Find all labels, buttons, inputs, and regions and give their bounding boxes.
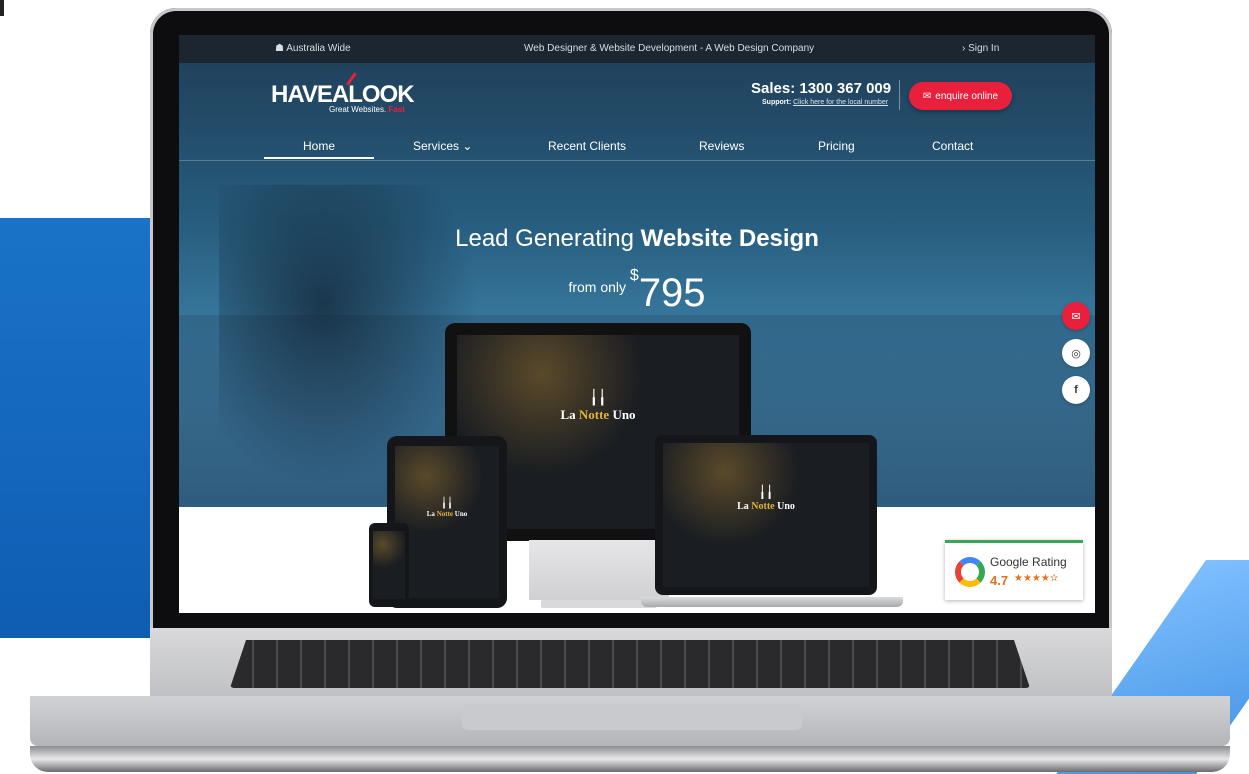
nav-reviews[interactable]: Reviews <box>699 139 744 153</box>
signin-label: Sign In <box>968 43 1000 54</box>
nav-home[interactable]: Home <box>303 139 335 153</box>
stage: ☗ Australia Wide Web Designer & Website … <box>0 0 1249 774</box>
side-instagram-button[interactable]: ◎ <box>1062 339 1090 367</box>
laptop-keyboard <box>230 640 1030 688</box>
mockup-brand: La Notte Uno <box>457 407 739 423</box>
corner-mark <box>0 0 4 16</box>
map-icon: ☗ <box>275 43 284 54</box>
logo-tagline-accent: Fast <box>388 105 405 114</box>
nav-services-label: Services <box>413 139 460 153</box>
topbar-tagline: Web Designer & Website Development - A W… <box>524 43 815 54</box>
logo-tagline-text: Great Websites. <box>329 105 389 114</box>
star-rating-icon: ★★★★✫ <box>1014 573 1059 584</box>
laptop-front-edge <box>30 746 1230 772</box>
laptop-mockup-screen: ╽╽ La Notte Uno <box>663 443 869 587</box>
instagram-icon: ◎ <box>1071 347 1081 360</box>
hero-price-amount: 795 <box>638 271 706 315</box>
laptop-brand-notte: Notte <box>751 501 775 512</box>
nav-contact[interactable]: Contact <box>932 139 973 153</box>
support-link[interactable]: Click here for the local number <box>793 99 888 106</box>
support-label: Support: <box>762 99 792 106</box>
google-rating-title: Google Rating <box>990 555 1067 569</box>
location-text: Australia Wide <box>286 43 351 54</box>
tablet-brand-uno: Uno <box>453 510 468 518</box>
hero-from: from only <box>568 279 630 295</box>
tablet-mockup-screen: ╽╽ La Notte Uno <box>395 446 499 598</box>
nav-separator <box>179 160 1095 161</box>
laptop-brand: La Notte Uno <box>663 501 869 512</box>
sales-phone[interactable]: Sales: 1300 367 009 <box>751 80 891 97</box>
envelope-icon: ✉ <box>1071 310 1081 323</box>
hero-headline: Lead Generating Website Design <box>179 225 1095 253</box>
hero-headline-bold: Website Design <box>640 225 819 252</box>
fork-knife-icon: ╽╽ <box>758 485 774 499</box>
chevron-down-icon: ⌄ <box>462 139 473 153</box>
top-bar: ☗ Australia Wide Web Designer & Website … <box>179 35 1095 63</box>
desktop-stand <box>529 540 669 600</box>
nav-active-underline <box>264 157 374 159</box>
logo-tagline: Great Websites. Fast <box>329 105 405 114</box>
google-rating-score: 4.7 <box>990 573 1009 588</box>
nav-recent-clients[interactable]: Recent Clients <box>548 139 626 153</box>
tablet-brand-la: La <box>426 510 437 518</box>
signin-link[interactable]: › Sign In <box>962 43 999 54</box>
tablet-brand-notte: Notte <box>436 510 454 518</box>
main-nav: Home Services ⌄ Recent Clients Reviews P… <box>179 135 1095 161</box>
support-line: Support: Click here for the local number <box>762 99 888 106</box>
fork-knife-icon: ╽╽ <box>440 498 454 509</box>
chevron-right-icon: › <box>962 43 966 54</box>
enquire-label: enquire online <box>935 90 999 102</box>
hero-headline-light: Lead Generating <box>455 225 641 252</box>
side-enquire-button[interactable]: ✉ <box>1062 302 1090 330</box>
laptop-mockup-base <box>641 597 903 607</box>
enquire-online-button[interactable]: ✉ enquire online <box>909 82 1012 110</box>
envelope-icon: ✉ <box>922 90 932 102</box>
hero-currency: $ <box>629 267 639 284</box>
mockup-brand-notte: Notte <box>578 407 610 422</box>
location-item: ☗ Australia Wide <box>275 43 351 54</box>
nav-pricing[interactable]: Pricing <box>818 139 855 153</box>
side-facebook-button[interactable]: f <box>1062 376 1090 404</box>
laptop-screen: ☗ Australia Wide Web Designer & Website … <box>179 35 1095 613</box>
phone-mockup <box>369 523 409 607</box>
desktop-foot <box>541 600 657 608</box>
tablet-brand: La Notte Uno <box>395 510 499 518</box>
header-divider <box>899 80 900 110</box>
laptop-brand-uno: Uno <box>774 501 795 512</box>
laptop-brand-la: La <box>737 501 752 512</box>
phone-mockup-screen <box>373 531 405 599</box>
mockup-brand-la: La <box>560 407 579 422</box>
hero-price: from only $795 <box>179 267 1095 316</box>
facebook-icon: f <box>1074 384 1078 396</box>
laptop-trackpad <box>462 704 802 730</box>
mockup-brand-uno: Uno <box>609 407 636 422</box>
nav-services[interactable]: Services ⌄ <box>413 139 472 153</box>
google-logo-icon <box>955 557 985 587</box>
fork-knife-icon: ╽╽ <box>589 389 607 405</box>
google-rating-badge[interactable]: Google Rating 4.7 ★★★★✫ <box>945 540 1083 600</box>
laptop-mockup: ╽╽ La Notte Uno <box>655 435 877 595</box>
